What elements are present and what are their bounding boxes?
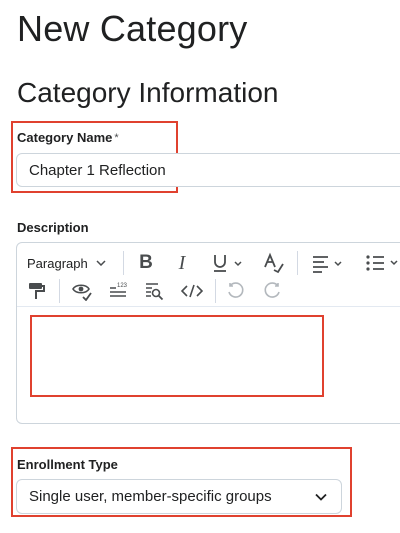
- svg-text:123: 123: [117, 283, 128, 289]
- source-code-icon[interactable]: [179, 279, 205, 303]
- find-replace-icon[interactable]: [143, 279, 165, 303]
- undo-icon[interactable]: [225, 279, 247, 303]
- text-color-icon[interactable]: [261, 251, 285, 275]
- section-title: Category Information: [17, 77, 279, 108]
- underline-icon[interactable]: [209, 251, 249, 275]
- bold-icon[interactable]: B: [135, 251, 157, 275]
- description-label: Description: [17, 220, 89, 235]
- italic-icon[interactable]: I: [171, 251, 193, 275]
- category-name-value: Chapter 1 Reflection: [29, 161, 166, 179]
- paragraph-format-dropdown[interactable]: Paragraph: [27, 251, 106, 275]
- category-name-label: Category Name *: [17, 130, 119, 146]
- enrollment-type-label: Enrollment Type: [17, 457, 118, 472]
- required-marker: *: [114, 132, 119, 144]
- enrollment-type-value: Single user, member-specific groups: [29, 488, 272, 505]
- redo-icon[interactable]: [261, 279, 283, 303]
- paragraph-format-label: Paragraph: [27, 255, 88, 271]
- page-title: New Category: [17, 8, 248, 49]
- chevron-down-icon: [96, 260, 106, 266]
- enrollment-type-select[interactable]: Single user, member-specific groups: [16, 479, 342, 514]
- list-icon[interactable]: [363, 251, 400, 275]
- word-count-icon[interactable]: 123: [107, 279, 129, 303]
- accessibility-check-icon[interactable]: [71, 279, 93, 303]
- category-name-label-text: Category Name: [17, 130, 113, 145]
- align-icon[interactable]: [309, 251, 349, 275]
- description-callout: [30, 315, 324, 397]
- category-name-input[interactable]: Chapter 1 Reflection: [16, 153, 400, 187]
- chevron-down-icon: [315, 488, 327, 505]
- format-painter-icon[interactable]: [25, 279, 47, 303]
